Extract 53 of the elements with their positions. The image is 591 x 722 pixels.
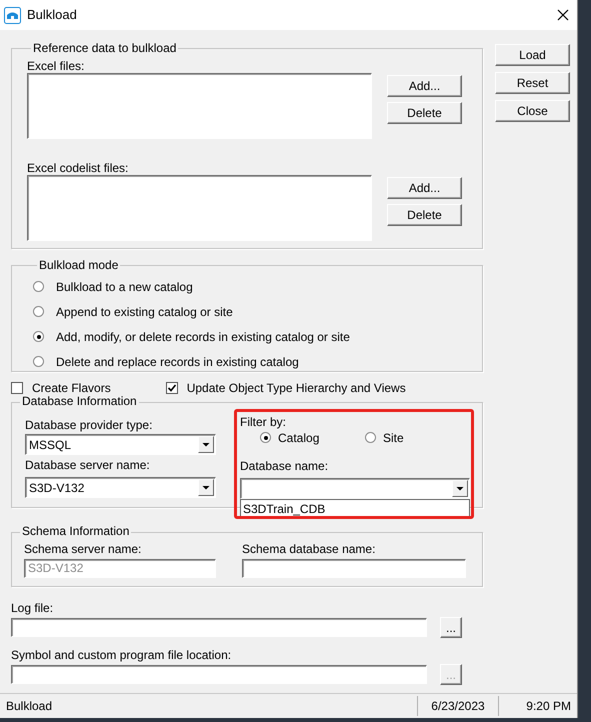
status-text: Bulkload [5, 699, 52, 713]
checkbox[interactable] [11, 382, 23, 394]
option-label: Append to existing catalog or site [56, 304, 233, 318]
dialog-button[interactable]: Close [495, 100, 570, 122]
option-label: Catalog [278, 430, 320, 444]
field-label: Excel files: [27, 59, 86, 73]
path-field[interactable] [11, 665, 427, 684]
radio-button[interactable] [260, 432, 271, 443]
group-title: Schema Information [20, 524, 132, 538]
field-label: Database provider type: [25, 418, 154, 432]
status-time: 9:20 PM [498, 696, 577, 716]
field-label: Symbol and custom program file location: [11, 648, 232, 662]
field-label: Schema database name: [242, 542, 376, 556]
list-button[interactable]: Add... [387, 75, 462, 97]
group-title: Reference data to bulkload [32, 41, 178, 55]
dropdown-field[interactable]: S3D-V132 [25, 477, 216, 498]
status-date: 6/23/2023 [417, 696, 498, 716]
option-label: Delete and replace records in existing catalog [56, 354, 299, 368]
option-label: Site [383, 430, 404, 444]
checkbox-label: Update Object Type Hierarchy and Views [186, 381, 406, 395]
file-list[interactable] [27, 73, 372, 139]
radio-button[interactable] [33, 306, 44, 317]
option-label: Add, modify, or delete records in existing catalog or site [56, 330, 350, 344]
list-button[interactable]: Delete [387, 204, 462, 226]
field-label: Schema server name: [24, 542, 142, 556]
radio-button[interactable] [33, 281, 44, 292]
radio-button[interactable] [33, 331, 44, 342]
browse-button[interactable]: ... [440, 617, 462, 638]
list-item[interactable]: S3DTrain_CDB [243, 500, 469, 518]
radio-button[interactable] [33, 356, 44, 367]
field-label: Database name: [240, 459, 330, 473]
checkbox[interactable] [166, 382, 178, 394]
checkbox-label: Create Flavors [32, 381, 111, 395]
app-icon [4, 6, 21, 24]
field-label: Log file: [11, 601, 54, 615]
path-field[interactable] [11, 618, 427, 637]
dropdown-field[interactable] [240, 478, 470, 499]
list-button[interactable]: Add... [387, 177, 462, 199]
dialog-button[interactable]: Reset [495, 72, 570, 94]
dialog-button[interactable]: Load [495, 44, 570, 66]
window-title: Bulkload [27, 8, 77, 22]
field-label: Filter by: [240, 415, 288, 429]
dropdown-field[interactable]: MSSQL [25, 434, 216, 455]
file-list[interactable] [27, 175, 372, 241]
field-label: Database server name: [25, 458, 151, 472]
text-field[interactable] [242, 559, 466, 578]
group-title: Database Information [20, 394, 139, 408]
group-title: Bulkload mode [38, 258, 120, 272]
option-label: Bulkload to a new catalog [56, 280, 193, 294]
field-label: Excel codelist files: [27, 161, 130, 175]
list-button[interactable]: Delete [387, 102, 462, 124]
close-icon[interactable] [557, 9, 569, 21]
radio-button[interactable] [365, 432, 376, 443]
